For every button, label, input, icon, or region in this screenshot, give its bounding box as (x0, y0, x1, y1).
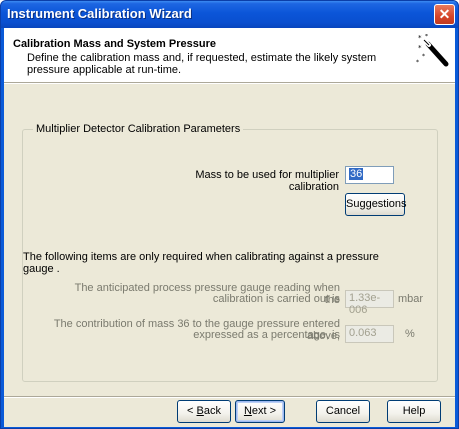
pressure-label-line2: calibration is carried out is (212, 293, 340, 305)
back-button-prefix: < (187, 405, 197, 417)
help-button[interactable]: Help (387, 400, 441, 423)
mass-value: 36 (349, 168, 364, 180)
contribution-unit: % (405, 328, 415, 340)
close-button[interactable]: ✕ (434, 4, 455, 25)
cancel-button[interactable]: Cancel (316, 400, 370, 423)
wizard-body: Calibration Mass and System Pressure Def… (4, 28, 455, 427)
svg-text:*: * (422, 53, 425, 60)
mass-input[interactable]: 36 (345, 166, 394, 184)
svg-text:*: * (418, 34, 422, 42)
back-button-rest: ack (203, 405, 221, 417)
title-bar: Instrument Calibration Wizard ✕ (1, 1, 458, 28)
contribution-label-line2: expressed as a percentage, is (193, 329, 340, 341)
page-title: Calibration Mass and System Pressure (13, 38, 216, 50)
magic-wand-icon: * * * * * (416, 34, 449, 67)
mass-label: Mass to be used for multiplier calibrati… (195, 169, 339, 193)
next-button-accel: N (243, 405, 252, 417)
window-title: Instrument Calibration Wizard (7, 6, 192, 21)
pressure-input[interactable]: 1.33e-006 (345, 290, 394, 316)
next-button[interactable]: Next > (235, 400, 285, 423)
wizard-header: Calibration Mass and System Pressure Def… (4, 28, 455, 83)
svg-text:*: * (425, 34, 428, 40)
page-description: Define the calibration mass and, if requ… (27, 52, 377, 76)
header-divider (4, 83, 455, 84)
footer-divider (4, 396, 455, 398)
suggestions-button[interactable]: Suggestions (345, 193, 407, 216)
svg-text:*: * (418, 44, 422, 52)
next-button-rest: ext > (251, 405, 277, 417)
calibration-parameters-group: Multiplier Detector Calibration Paramete… (22, 123, 438, 382)
group-legend: Multiplier Detector Calibration Paramete… (33, 123, 244, 135)
back-button-accel: B (196, 405, 204, 417)
svg-text:*: * (416, 59, 419, 66)
wizard-window: Instrument Calibration Wizard ✕ Calibrat… (0, 0, 459, 429)
back-button[interactable]: < Back (177, 400, 231, 423)
contribution-input[interactable]: 0.063 (345, 325, 394, 343)
pressure-unit: mbar (398, 293, 424, 305)
pressure-note: The following items are only required wh… (23, 251, 379, 275)
